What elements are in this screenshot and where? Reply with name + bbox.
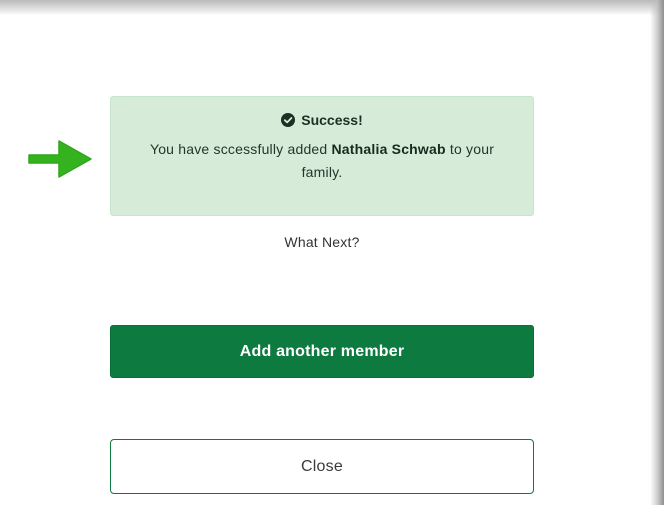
check-circle-icon [281, 113, 296, 127]
success-message: You have sccessfully added Nathalia Schw… [132, 138, 512, 184]
success-title-row: Success! [111, 110, 533, 130]
what-next-heading: What Next? [284, 234, 360, 250]
arrow-right-icon [28, 140, 92, 178]
close-button[interactable]: Close [110, 439, 534, 494]
success-message-prefix: You have sccessfully added [149, 141, 332, 157]
success-alert: Success! You have sccessfully added Nath… [110, 96, 534, 216]
add-another-member-button[interactable]: Add another member [110, 325, 534, 378]
modal-panel [0, 14, 650, 505]
added-member-name: Nathalia Schwab [331, 141, 446, 157]
success-title: Success! [301, 112, 363, 128]
page-background: Success! You have sccessfully added Nath… [0, 0, 664, 505]
page-edge-shadow [650, 0, 664, 505]
